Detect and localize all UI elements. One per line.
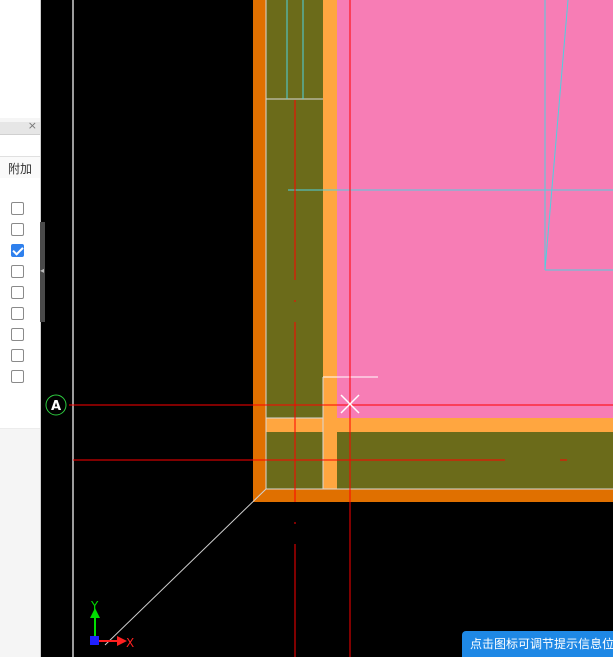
grid-axis-label: A (51, 399, 61, 414)
attach-checkbox[interactable] (11, 286, 24, 299)
beam-edge-horizontal (266, 418, 613, 432)
ucs-x-label: X (126, 636, 134, 650)
hint-message-bar[interactable]: 点击图标可调节提示信息位 (462, 631, 613, 657)
close-icon[interactable]: × (28, 119, 37, 132)
collapse-arrow-icon: ◂ (40, 266, 45, 275)
list-item (0, 304, 40, 326)
list-item (0, 199, 40, 221)
ucs-icon: Y X (90, 599, 134, 650)
diagonal-line (104, 488, 267, 646)
list-item (0, 262, 40, 284)
panel-title-bar: × (0, 119, 40, 135)
attach-checkbox[interactable] (11, 202, 24, 215)
attach-checkbox[interactable] (11, 328, 24, 341)
list-item (0, 388, 40, 429)
list-item (0, 325, 40, 347)
panel-toolbar-area (0, 135, 40, 156)
grid-axis-bubble[interactable]: A (45, 394, 67, 416)
properties-panel: × 附加 (0, 0, 41, 657)
list-item (0, 367, 40, 389)
list-item (0, 241, 40, 263)
column-header-attach: 附加 (0, 156, 40, 180)
attach-checkbox[interactable] (11, 349, 24, 362)
cad-drawing[interactable]: A Y X (45, 0, 613, 657)
ucs-y-label: Y (90, 599, 99, 613)
attach-checkbox[interactable] (11, 265, 24, 278)
panel-upper-area (0, 0, 40, 118)
list-item (0, 283, 40, 305)
list-item (0, 178, 40, 200)
attach-checkbox[interactable] (11, 307, 24, 320)
beam-edge-vertical (323, 0, 337, 489)
list-item (0, 346, 40, 368)
attach-checkbox[interactable] (11, 370, 24, 383)
attach-checkbox-checked[interactable] (11, 244, 24, 257)
list-item (0, 220, 40, 242)
slab-fill (337, 0, 613, 418)
attach-checkbox[interactable] (11, 223, 24, 236)
drawing-canvas[interactable]: A Y X (45, 0, 613, 657)
